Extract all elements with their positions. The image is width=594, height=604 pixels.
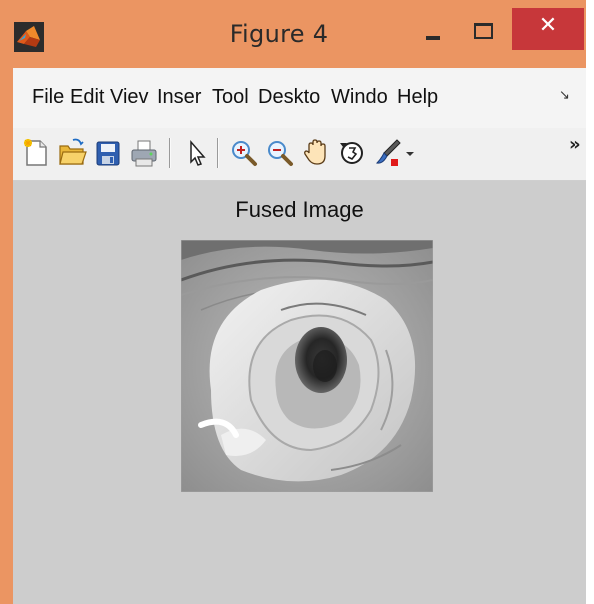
- menu-desktop[interactable]: Deskto: [258, 86, 326, 109]
- menu-view[interactable]: Viev: [110, 86, 152, 109]
- zoom-in-icon[interactable]: [229, 137, 259, 169]
- menu-file[interactable]: File: [32, 86, 66, 109]
- maximize-button[interactable]: [459, 10, 507, 48]
- pan-hand-icon[interactable]: [301, 137, 331, 169]
- menu-edit[interactable]: Edit: [70, 86, 106, 109]
- grayscale-ear-image: [181, 240, 433, 492]
- figure-canvas[interactable]: Fused Image: [13, 181, 586, 604]
- rotate-3d-icon[interactable]: [337, 137, 367, 169]
- maximize-icon: [474, 23, 493, 39]
- title-bar[interactable]: Figure 4 ✕: [0, 0, 586, 68]
- save-icon[interactable]: [93, 137, 123, 169]
- minimize-icon: [426, 36, 440, 40]
- print-icon[interactable]: [129, 137, 159, 169]
- new-figure-icon[interactable]: [21, 137, 51, 169]
- axes-title: Fused Image: [235, 197, 364, 222]
- toolbar-overflow-button[interactable]: »: [569, 134, 581, 155]
- toolbar-separator: [217, 138, 219, 168]
- pointer-icon[interactable]: [181, 137, 211, 169]
- dropdown-arrow-icon[interactable]: [403, 137, 417, 169]
- data-cursor-brush-icon[interactable]: [373, 137, 403, 169]
- menu-bar: File Edit Viev Inser Tool Deskto Windo H…: [13, 68, 586, 129]
- toolbar-separator: [169, 138, 171, 168]
- menu-tools[interactable]: Tool: [212, 86, 254, 109]
- menu-window[interactable]: Windo: [331, 86, 393, 109]
- menu-help[interactable]: Help: [397, 86, 445, 109]
- figure-toolbar: »: [13, 128, 586, 181]
- figure-window: Figure 4 ✕ File Edit Viev Inser Tool Des…: [0, 0, 594, 604]
- menu-overflow-arrow-icon[interactable]: ↘: [559, 88, 570, 103]
- menu-insert[interactable]: Inser: [157, 86, 207, 109]
- close-icon: ✕: [538, 13, 558, 38]
- close-button[interactable]: ✕: [512, 8, 584, 50]
- zoom-out-icon[interactable]: [265, 137, 295, 169]
- minimize-button[interactable]: [409, 10, 457, 48]
- window-outer-edge: [586, 0, 594, 604]
- open-file-icon[interactable]: [57, 137, 87, 169]
